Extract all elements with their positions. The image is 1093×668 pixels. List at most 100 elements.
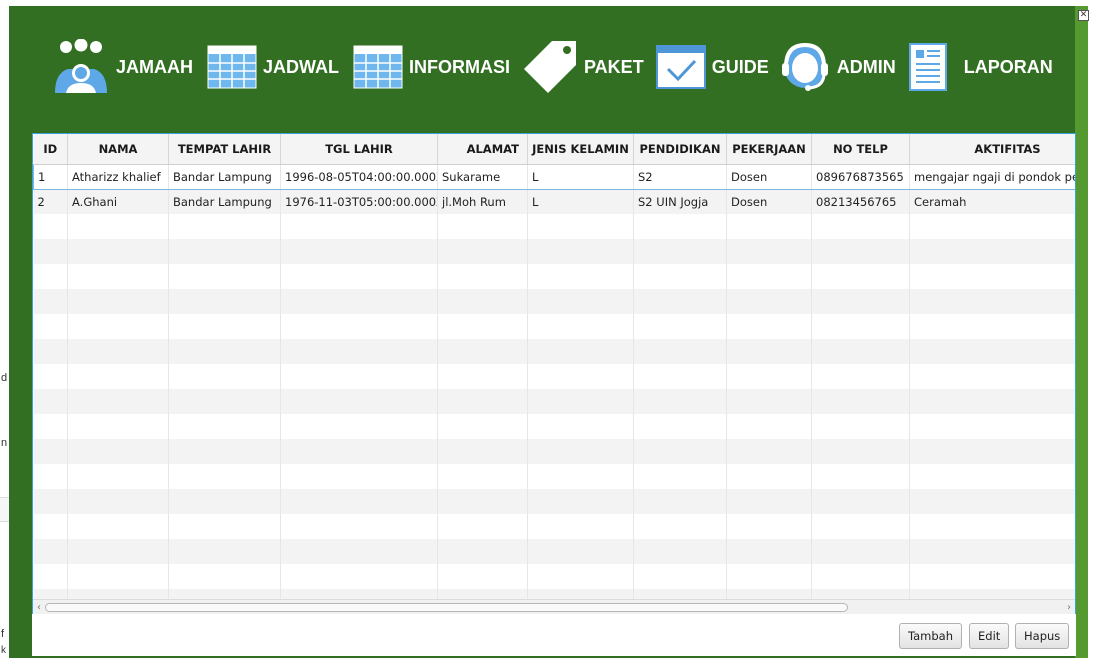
cell-tgl-lahir: 1976-11-03T05:00:00.000Z	[280, 189, 438, 214]
empty-cell	[33, 464, 68, 489]
hapus-button[interactable]: Hapus	[1015, 623, 1070, 649]
empty-cell	[437, 514, 528, 539]
edit-button[interactable]: Edit	[969, 623, 1010, 649]
empty-cell	[811, 464, 910, 489]
empty-cell	[811, 314, 910, 339]
empty-cell	[33, 564, 68, 589]
empty-table-row	[33, 239, 1075, 264]
nav-admin-label: ADMIN	[836, 56, 896, 77]
nav-guide-label: GUIDE	[711, 56, 769, 77]
main-nav: JAMAAH JADWAL INFORMASI PAKET GUIDE ADMI…	[52, 38, 1053, 96]
column-header-alamat[interactable]: ALAMAT	[437, 134, 528, 165]
empty-cell	[168, 439, 281, 464]
table-row[interactable]: 2 A.Ghani Bandar Lampung 1976-11-03T05:0…	[33, 189, 1075, 214]
empty-cell	[527, 489, 634, 514]
cell-id: 1	[33, 163, 68, 190]
column-header-no-telp[interactable]: NO TELP	[811, 134, 910, 165]
empty-cell	[280, 289, 438, 314]
empty-cell	[67, 239, 169, 264]
empty-cell	[168, 339, 281, 364]
empty-cell	[726, 214, 812, 239]
cell-pendidikan: S2	[633, 163, 727, 190]
column-header-nama[interactable]: NAMA	[67, 134, 169, 165]
empty-cell	[633, 339, 727, 364]
cell-jenis-kelamin: L	[527, 163, 634, 190]
empty-cell	[811, 214, 910, 239]
empty-table-row	[33, 389, 1075, 414]
empty-cell	[633, 289, 727, 314]
scrollbar-thumb[interactable]	[45, 603, 848, 612]
table-row[interactable]: 1 Atharizz khalief Bandar Lampung 1996-0…	[33, 163, 1075, 190]
empty-cell	[633, 364, 727, 389]
data-table: ID NAMA TEMPAT LAHIR TGL LAHIR ALAMAT JE…	[33, 134, 1075, 614]
table-body: 1 Atharizz khalief Bandar Lampung 1996-0…	[33, 163, 1075, 614]
empty-cell	[811, 389, 910, 414]
empty-cell	[280, 514, 438, 539]
empty-cell	[168, 314, 281, 339]
empty-cell	[67, 214, 169, 239]
nav-jamaah[interactable]: JAMAAH	[52, 39, 193, 95]
empty-cell	[633, 464, 727, 489]
nav-admin[interactable]: ADMIN	[779, 41, 896, 93]
empty-cell	[633, 414, 727, 439]
empty-cell	[527, 239, 634, 264]
empty-cell	[909, 464, 1075, 489]
nav-jadwal[interactable]: JADWAL	[207, 45, 339, 89]
empty-cell	[168, 364, 281, 389]
empty-cell	[527, 439, 634, 464]
column-header-pendidikan[interactable]: PENDIDIKAN	[633, 134, 727, 165]
empty-cell	[280, 464, 438, 489]
column-header-aktifitas[interactable]: AKTIFITAS	[909, 134, 1075, 165]
nav-laporan[interactable]: LAPORAN	[908, 42, 1053, 92]
nav-laporan-label: LAPORAN	[963, 56, 1053, 77]
cell-aktifitas: Ceramah	[909, 189, 1075, 214]
column-header-jenis-kelamin[interactable]: JENIS KELAMIN	[527, 134, 634, 165]
nav-paket[interactable]: PAKET	[522, 39, 644, 95]
empty-cell	[33, 389, 68, 414]
cell-alamat: Sukarame	[437, 163, 528, 190]
horizontal-scrollbar[interactable]: ‹ ›	[33, 599, 1075, 614]
column-header-pekerjaan[interactable]: PEKERJAAN	[726, 134, 812, 165]
tambah-button[interactable]: Tambah	[899, 623, 963, 649]
empty-cell	[437, 314, 528, 339]
empty-cell	[67, 514, 169, 539]
cell-aktifitas: mengajar ngaji di pondok pesantren	[909, 163, 1075, 190]
scroll-left-icon[interactable]: ‹	[33, 602, 45, 613]
empty-cell	[909, 439, 1075, 464]
empty-cell	[811, 339, 910, 364]
empty-cell	[811, 414, 910, 439]
empty-cell	[527, 289, 634, 314]
empty-cell	[909, 564, 1075, 589]
empty-cell	[437, 539, 528, 564]
empty-table-row	[33, 314, 1075, 339]
empty-cell	[527, 264, 634, 289]
nav-informasi[interactable]: INFORMASI	[353, 45, 510, 89]
column-header-tgl-lahir[interactable]: TGL LAHIR	[280, 134, 438, 165]
cell-nama: Atharizz khalief	[67, 163, 169, 190]
column-header-id[interactable]: ID	[33, 134, 68, 165]
nav-guide[interactable]: GUIDE	[655, 45, 769, 89]
action-bar: Tambah Edit Hapus	[32, 614, 1076, 656]
empty-cell	[909, 314, 1075, 339]
empty-cell	[33, 339, 68, 364]
empty-cell	[33, 539, 68, 564]
empty-cell	[527, 539, 634, 564]
column-header-tempat-lahir[interactable]: TEMPAT LAHIR	[168, 134, 281, 165]
empty-cell	[633, 489, 727, 514]
nav-jadwal-label: JADWAL	[263, 56, 340, 77]
empty-cell	[33, 289, 68, 314]
empty-cell	[67, 289, 169, 314]
empty-cell	[168, 514, 281, 539]
empty-cell	[33, 214, 68, 239]
close-window-button[interactable]: ✕	[1078, 10, 1089, 21]
empty-cell	[527, 564, 634, 589]
empty-cell	[909, 264, 1075, 289]
scroll-right-icon[interactable]: ›	[1063, 602, 1075, 613]
empty-cell	[811, 539, 910, 564]
empty-cell	[67, 489, 169, 514]
cell-no-telp: 08213456765	[811, 189, 910, 214]
calendar-grid-icon	[207, 45, 257, 89]
empty-cell	[811, 289, 910, 314]
empty-cell	[527, 414, 634, 439]
empty-cell	[633, 214, 727, 239]
